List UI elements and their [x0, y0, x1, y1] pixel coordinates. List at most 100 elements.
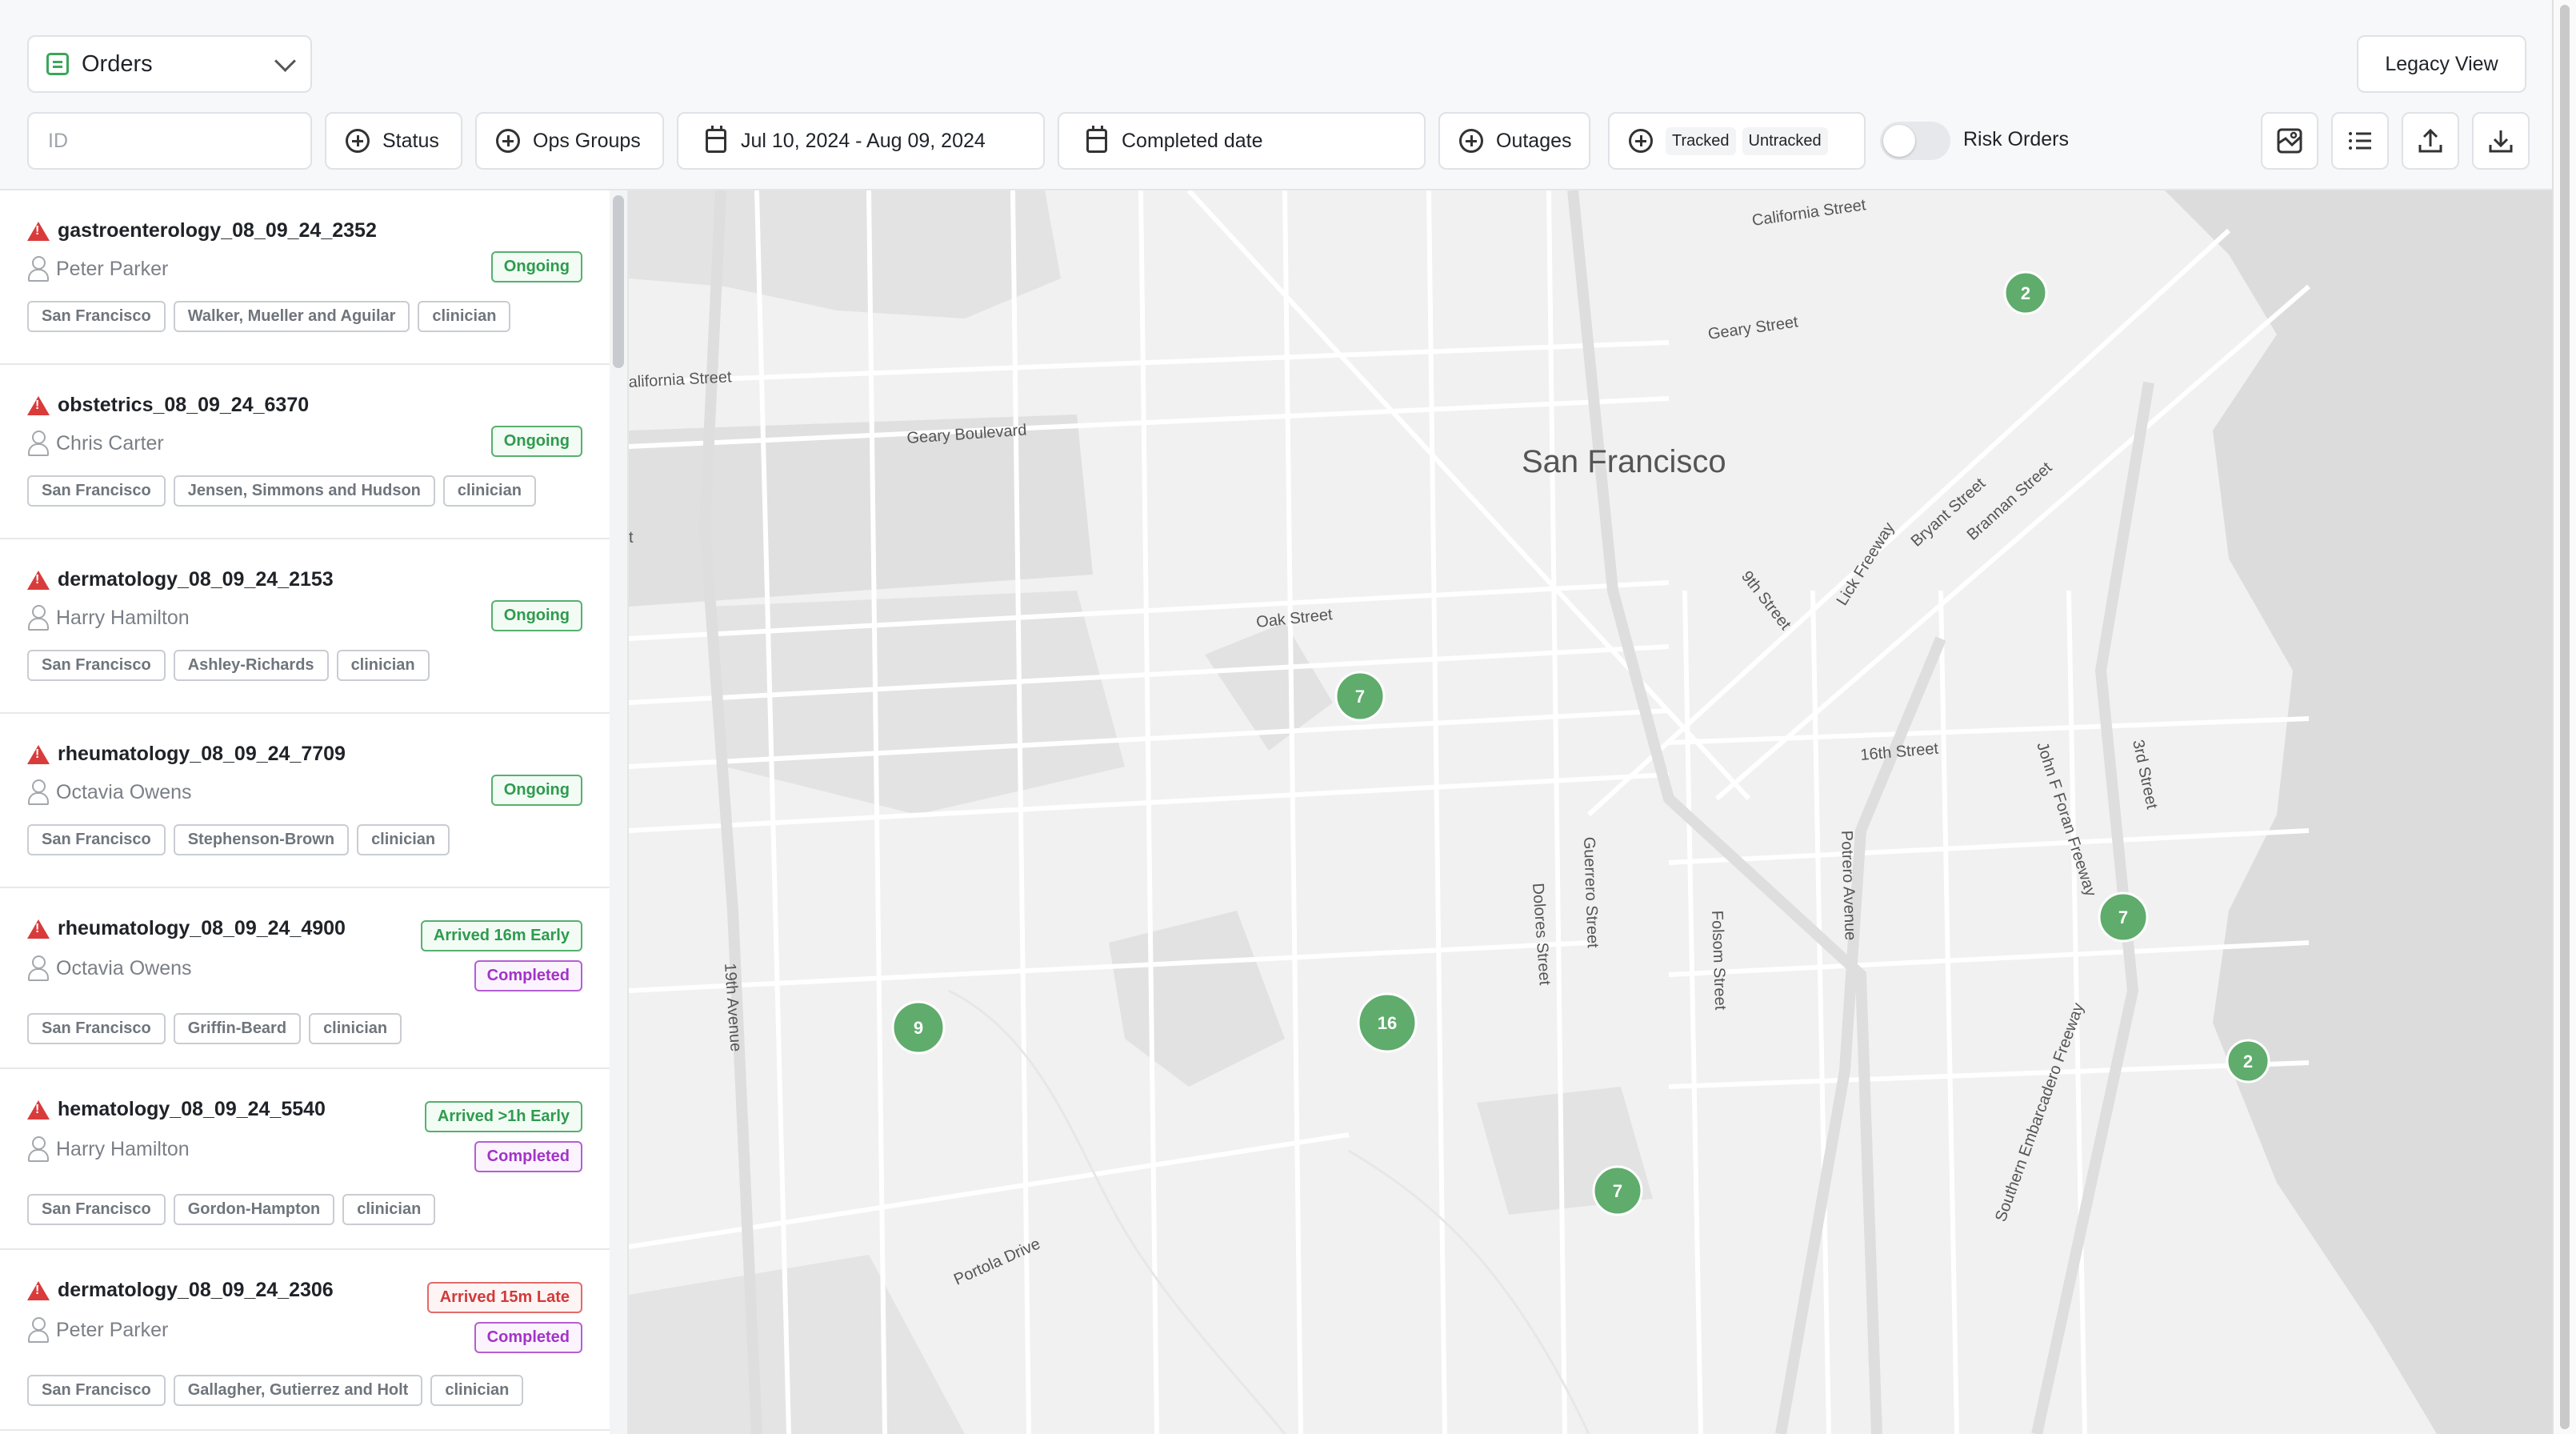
download-button[interactable] — [2472, 112, 2530, 170]
order-card[interactable]: dermatology_08_09_24_2306 Peter Parker Arr… — [0, 1250, 610, 1431]
tag: clinician — [418, 301, 511, 332]
map-canvas[interactable]: California Street Geary Street alifornia… — [629, 190, 2552, 1434]
tag-list: San Francisco Jensen, Simmons and Hudson c… — [27, 475, 536, 507]
status-badge: Ongoing — [490, 426, 582, 457]
page-scrollbar[interactable] — [2552, 0, 2576, 1434]
map-cluster-marker[interactable]: 7 — [1592, 1165, 1643, 1216]
tag-list: San Francisco Ashley-Richards clinician — [27, 650, 430, 681]
calendar-icon — [706, 126, 726, 153]
date-range-picker[interactable]: Jul 10, 2024 - Aug 09, 2024 — [677, 112, 1045, 170]
svg-text:2: 2 — [2243, 1051, 2253, 1071]
arrival-badge: Arrived 16m Early — [420, 920, 582, 951]
arrival-badge: Arrived >1h Early — [424, 1101, 582, 1132]
upload-button[interactable] — [2402, 112, 2459, 170]
order-name: gastroenterology_08_09_24_2352 — [58, 219, 377, 242]
tag: Jensen, Simmons and Hudson — [173, 475, 435, 507]
tag: San Francisco — [27, 301, 166, 332]
scrollbar-thumb[interactable] — [2560, 5, 2570, 1429]
person-icon — [27, 605, 49, 631]
tag-list: San Francisco Griffin-Beard clinician — [27, 1013, 402, 1044]
tag-list: San Francisco Gordon-Hampton clinician — [27, 1194, 436, 1225]
order-card[interactable]: gastroenterology_08_09_24_2352 Peter Park… — [0, 190, 610, 365]
order-title[interactable]: rheumatology_08_09_24_4900 — [27, 917, 346, 940]
map-cluster-marker[interactable]: 16 — [1357, 992, 1418, 1053]
map-cluster-marker[interactable]: 2 — [2226, 1039, 2270, 1084]
svg-text:7: 7 — [2118, 907, 2128, 927]
street-label: t — [629, 529, 634, 547]
assignee-name: Harry Hamilton — [56, 1137, 190, 1160]
view-select-label: Orders — [82, 50, 153, 77]
tag: Griffin-Beard — [173, 1013, 302, 1044]
order-card[interactable]: rheumatology_08_09_24_4900 Octavia Owens A… — [0, 888, 610, 1069]
legacy-view-button[interactable]: Legacy View — [2357, 35, 2526, 93]
map-view-icon — [2277, 128, 2302, 154]
order-card[interactable]: obstetrics_08_09_24_6370 Chris Carter Ongo… — [0, 365, 610, 539]
map-cluster-marker[interactable]: 7 — [2098, 891, 2149, 943]
order-title[interactable]: dermatology_08_09_24_2306 — [27, 1279, 334, 1302]
tracked-chip[interactable]: Tracked — [1666, 126, 1736, 155]
assignee: Harry Hamilton — [27, 605, 190, 631]
tag: San Francisco — [27, 475, 166, 507]
assignee-name: Octavia Owens — [56, 956, 192, 979]
tag-list: San Francisco Gallagher, Gutierrez and Ho… — [27, 1375, 524, 1406]
assignee: Octavia Owens — [27, 779, 192, 805]
tag: Gordon-Hampton — [173, 1194, 335, 1225]
ops-groups-filter-button[interactable]: Ops Groups — [475, 112, 664, 170]
order-title[interactable]: gastroenterology_08_09_24_2352 — [27, 219, 377, 242]
status-filter-label: Status — [382, 129, 439, 152]
assignee-name: Chris Carter — [56, 431, 164, 455]
date-range-label: Jul 10, 2024 - Aug 09, 2024 — [741, 129, 986, 152]
person-icon — [27, 256, 49, 282]
chevron-down-icon — [274, 50, 296, 72]
order-title[interactable]: dermatology_08_09_24_2153 — [27, 568, 334, 591]
status-badge: Completed — [474, 1322, 582, 1353]
list-view-button[interactable] — [2331, 112, 2389, 170]
scrollbar-thumb[interactable] — [613, 195, 624, 368]
order-title[interactable]: hematology_08_09_24_5540 — [27, 1098, 326, 1121]
person-icon — [27, 955, 49, 981]
id-search-input[interactable] — [27, 112, 312, 170]
order-card[interactable]: hematology_08_09_24_5540 Harry Hamilton Ar… — [0, 1069, 610, 1250]
status-badge: Completed — [474, 1141, 582, 1172]
view-select[interactable]: Orders — [27, 35, 312, 93]
download-icon — [2489, 130, 2513, 153]
svg-text:7: 7 — [1613, 1181, 1622, 1201]
assignee-name: Octavia Owens — [56, 780, 192, 803]
toolbar: Orders Legacy View Status Ops Groups Jul… — [0, 0, 2552, 190]
tag: clinician — [336, 650, 430, 681]
assignee-name: Harry Hamilton — [56, 606, 190, 629]
order-card[interactable]: rheumatology_08_09_24_7709 Octavia Owens O… — [0, 714, 610, 888]
order-card[interactable]: dermatology_08_09_24_2153 Harry Hamilton O… — [0, 539, 610, 714]
warning-icon — [27, 919, 50, 939]
map-view-button[interactable] — [2261, 112, 2318, 170]
assignee-name: Peter Parker — [56, 1318, 169, 1341]
map-cluster-marker[interactable]: 9 — [891, 1000, 946, 1055]
map-view[interactable]: California Street Geary Street alifornia… — [629, 190, 2552, 1434]
map-cluster-marker[interactable]: 7 — [1334, 671, 1386, 722]
warning-icon — [27, 395, 50, 415]
warning-icon — [27, 1100, 50, 1120]
tag: clinician — [430, 1375, 524, 1406]
order-name: obstetrics_08_09_24_6370 — [58, 394, 310, 416]
tracking-filter[interactable]: Tracked Untracked — [1608, 112, 1866, 170]
tag: clinician — [442, 475, 536, 507]
assignee: Chris Carter — [27, 431, 164, 456]
svg-text:9: 9 — [914, 1018, 923, 1038]
status-badge: Completed — [474, 960, 582, 991]
status-badge: Ongoing — [490, 775, 582, 806]
untracked-chip[interactable]: Untracked — [1742, 126, 1828, 155]
status-badge: Ongoing — [490, 251, 582, 282]
map-cluster-marker[interactable]: 2 — [2003, 270, 2048, 315]
upload-icon — [2418, 128, 2442, 153]
order-list-scrollbar[interactable] — [610, 190, 629, 1434]
risk-orders-toggle[interactable] — [1880, 122, 1950, 160]
completed-date-picker[interactable]: Completed date — [1058, 112, 1426, 170]
assignee: Peter Parker — [27, 256, 168, 282]
person-icon — [27, 1317, 49, 1343]
order-title[interactable]: obstetrics_08_09_24_6370 — [27, 394, 309, 417]
outages-filter-button[interactable]: Outages — [1438, 112, 1590, 170]
order-title[interactable]: rheumatology_08_09_24_7709 — [27, 743, 346, 766]
warning-icon — [27, 744, 50, 764]
tag: San Francisco — [27, 824, 166, 855]
status-filter-button[interactable]: Status — [325, 112, 462, 170]
